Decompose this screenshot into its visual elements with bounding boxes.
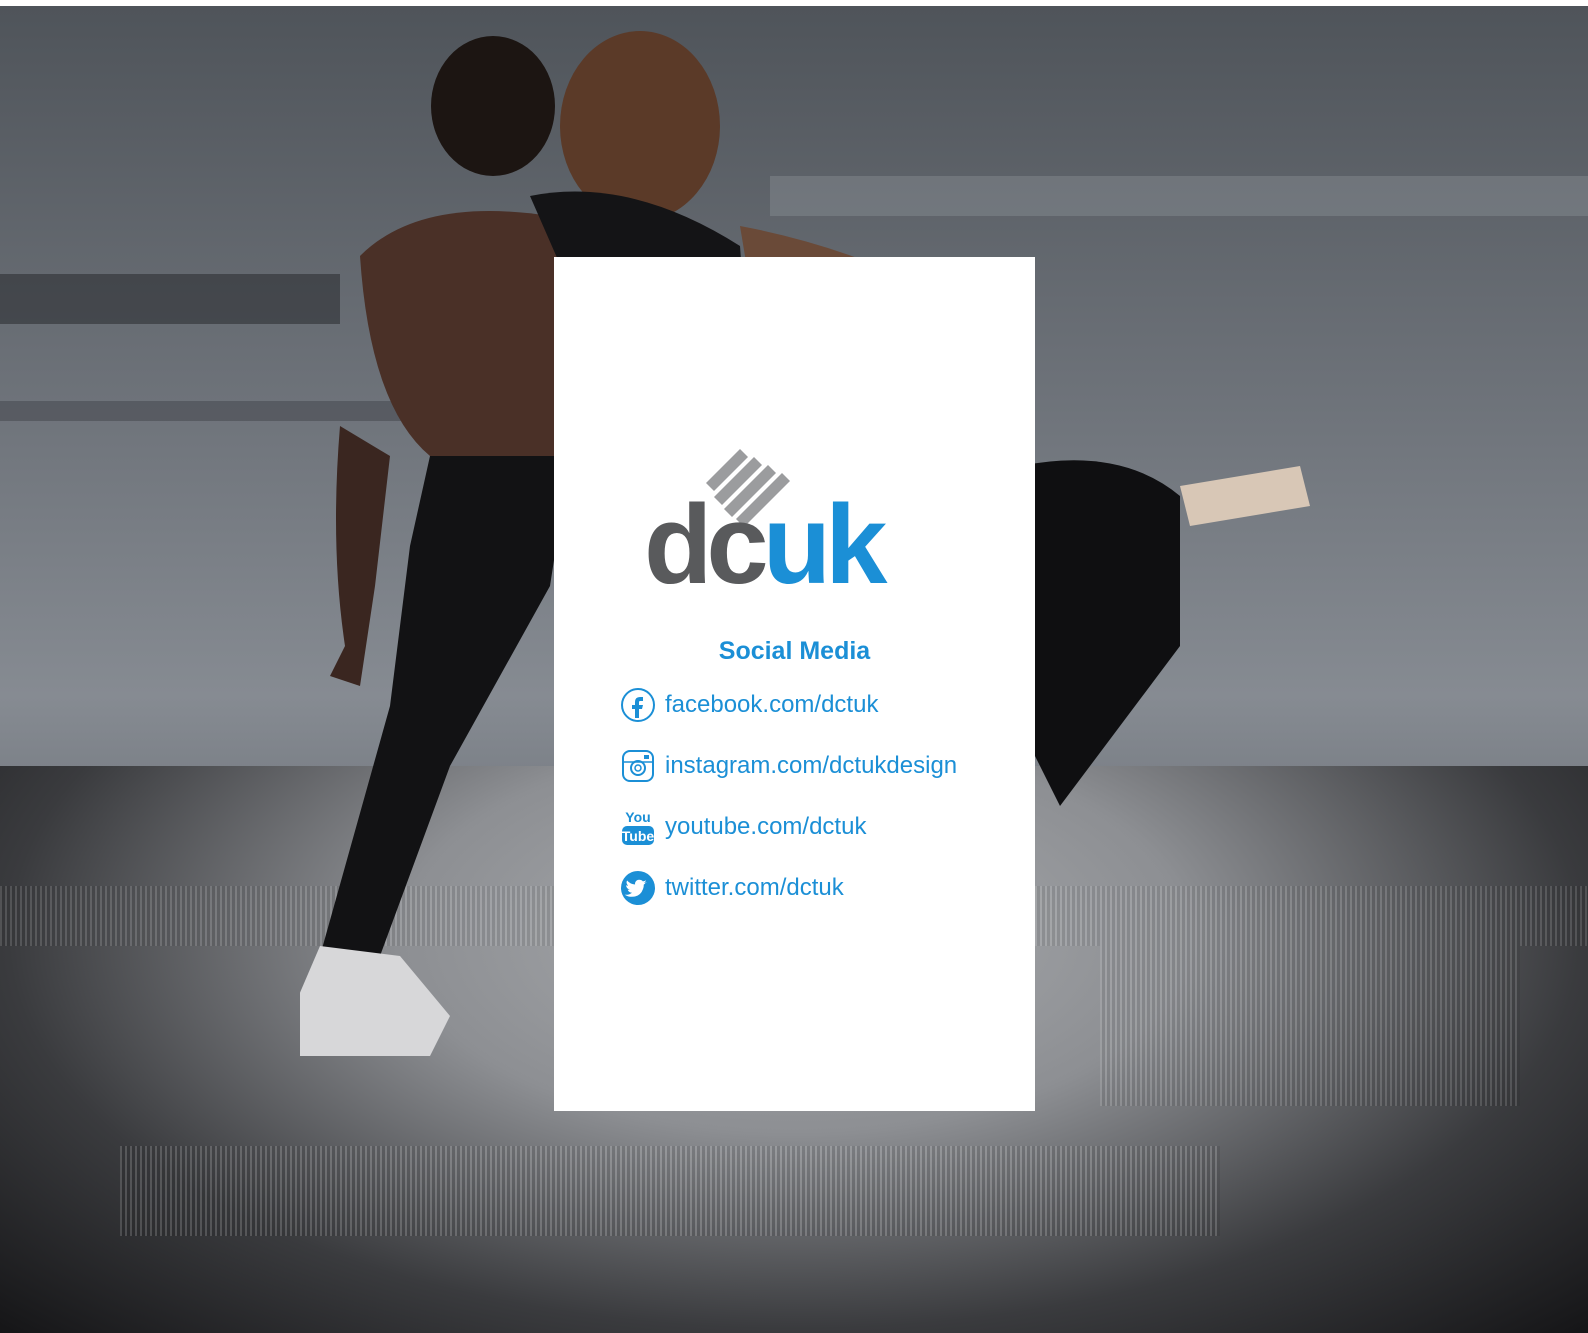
social-link-youtube[interactable]: You Tube youtube.com/dctuk — [619, 807, 957, 847]
dctuk-logo[interactable]: dcuk — [644, 449, 934, 609]
youtube-icon: You Tube — [619, 808, 657, 846]
section-title: Social Media — [718, 637, 871, 665]
social-link-twitter[interactable]: twitter.com/dctuk — [619, 868, 957, 908]
svg-text:You: You — [625, 809, 650, 825]
wall-shadow — [0, 274, 340, 324]
svg-text:Tube: Tube — [622, 828, 655, 844]
facebook-icon — [619, 686, 657, 724]
social-links-list: facebook.com/dctuk instagram.com/dctukde… — [619, 685, 957, 929]
twitter-icon — [619, 869, 657, 907]
social-link-label: twitter.com/dctuk — [665, 874, 844, 901]
social-link-label: facebook.com/dctuk — [665, 691, 879, 718]
social-media-card: dcuk Social Media facebook.com/dctuk ins… — [554, 257, 1035, 1111]
social-link-facebook[interactable]: facebook.com/dctuk — [619, 685, 957, 725]
social-link-label: youtube.com/dctuk — [665, 813, 867, 840]
instagram-icon — [619, 747, 657, 785]
social-link-instagram[interactable]: instagram.com/dctukdesign — [619, 746, 957, 786]
logo-dc: dc — [644, 482, 769, 607]
logo-uk: uk — [762, 482, 888, 607]
logo-wordmark: dcuk — [644, 489, 887, 601]
carpet-pattern — [120, 1146, 1220, 1236]
social-link-label: instagram.com/dctukdesign — [665, 752, 958, 779]
